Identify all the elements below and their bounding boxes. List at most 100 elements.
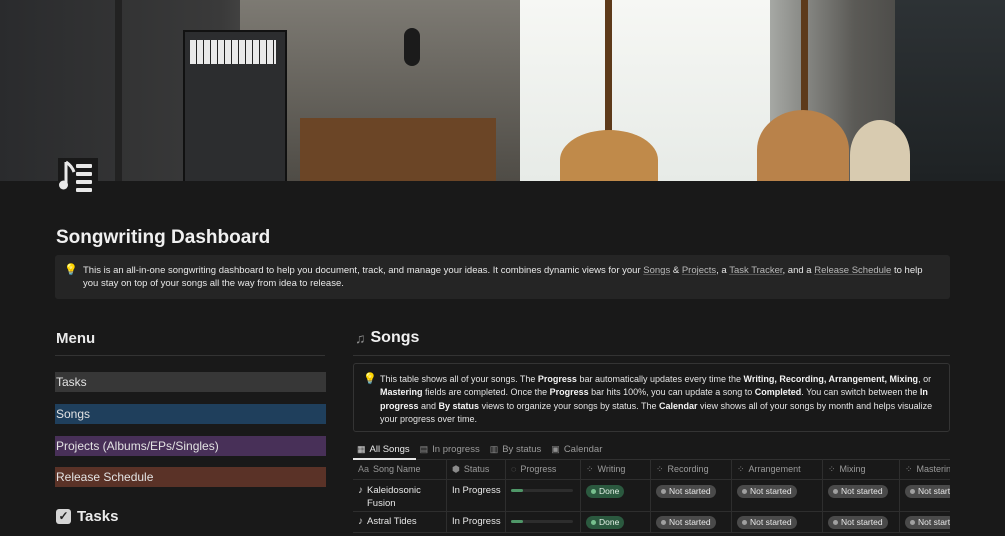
status-cell[interactable]: In Progress bbox=[447, 511, 506, 532]
status-tag[interactable]: Done bbox=[586, 516, 625, 529]
status-icon: ⁘ bbox=[905, 463, 913, 474]
task-tracker-link[interactable]: Task Tracker bbox=[729, 265, 782, 276]
callout-text: & bbox=[670, 265, 682, 276]
status-tag[interactable]: Not started bbox=[656, 485, 716, 498]
songs-heading-label: Songs bbox=[370, 329, 420, 346]
tab-label: By status bbox=[502, 443, 542, 455]
callout-text: views to organize your songs by status. … bbox=[479, 400, 659, 411]
divider bbox=[55, 355, 325, 356]
menu-item-projects[interactable]: Projects (Albums/EPs/Singles) bbox=[55, 436, 326, 456]
song-name-cell[interactable]: ♪ Astral Tides bbox=[353, 511, 447, 532]
column-label: Recording bbox=[667, 464, 709, 474]
songs-callout: 💡 This table shows all of your songs. Th… bbox=[353, 363, 950, 432]
recording-cell[interactable]: Not started bbox=[651, 511, 732, 532]
mastering-cell[interactable]: Not start bbox=[900, 511, 950, 532]
tag-label: Done bbox=[599, 517, 620, 527]
status-icon: ⁘ bbox=[828, 463, 836, 474]
songs-table: Aa Song Name ⬢ Status ◌ Progress ⁘ Writing ⁘… bbox=[353, 459, 950, 536]
callout-bold: By status bbox=[438, 400, 480, 411]
callout-text: , and a bbox=[782, 265, 815, 276]
tab-label: Calendar bbox=[563, 443, 603, 455]
tag-label: Not started bbox=[841, 517, 883, 527]
column-header-recording[interactable]: ⁘ Recording bbox=[651, 459, 732, 479]
arrangement-cell[interactable]: Not started bbox=[732, 511, 823, 532]
writing-cell[interactable]: Done bbox=[581, 480, 651, 511]
status-icon: ⁘ bbox=[586, 463, 594, 474]
status-tag[interactable]: Not started bbox=[828, 485, 888, 498]
music-list-icon[interactable] bbox=[58, 158, 98, 198]
text-property-icon: Aa bbox=[358, 464, 370, 474]
column-header-writing[interactable]: ⁘ Writing bbox=[581, 459, 651, 479]
status-icon: ⁘ bbox=[737, 463, 745, 474]
menu-item-release-schedule[interactable]: Release Schedule bbox=[55, 467, 326, 487]
status-cell[interactable]: In Progress bbox=[447, 480, 506, 511]
status-tag[interactable]: Done bbox=[586, 485, 625, 498]
music-note-icon: ♪ bbox=[358, 516, 363, 527]
column-label: Arrangement bbox=[748, 464, 801, 474]
tag-label: Done bbox=[599, 486, 620, 496]
song-name-cell[interactable]: ♪ Kaleidosonic Fusion bbox=[353, 480, 447, 511]
callout-bold: Progress bbox=[549, 387, 589, 398]
intro-callout: 💡 This is an all-in-one songwriting dash… bbox=[55, 255, 950, 299]
lightbulb-icon: 💡 bbox=[363, 373, 377, 385]
column-header-status[interactable]: ⬢ Status bbox=[447, 459, 506, 479]
callout-bold: Progress bbox=[537, 374, 577, 384]
tag-label: Not started bbox=[750, 517, 792, 527]
column-header-song-name[interactable]: Aa Song Name bbox=[353, 459, 447, 479]
callout-bold: Writing, Recording, Arrangement, Mixing bbox=[743, 374, 919, 384]
callout-text: , a bbox=[716, 265, 730, 276]
table-row[interactable]: ♪ Kaleidosonic Fusion In Progress Done No… bbox=[353, 480, 950, 512]
songs-link[interactable]: Songs bbox=[643, 265, 670, 276]
menu-item-songs[interactable]: Songs bbox=[55, 404, 326, 424]
formula-icon: ◌ bbox=[511, 464, 517, 474]
writing-cell[interactable]: Done bbox=[581, 511, 651, 532]
column-header-mastering[interactable]: ⁘ Masterin bbox=[900, 459, 950, 479]
tab-calendar[interactable]: ▣ Calendar bbox=[547, 440, 608, 458]
column-header-mixing[interactable]: ⁘ Mixing bbox=[823, 459, 900, 479]
table-row[interactable]: ♪ Astral Tides In Progress Done Not start… bbox=[353, 511, 950, 533]
callout-text: This table shows all of your songs. The bbox=[380, 374, 538, 384]
menu-heading: Menu bbox=[56, 330, 96, 347]
callout-bold: Calendar bbox=[659, 400, 698, 411]
progress-bar bbox=[511, 520, 573, 523]
tab-all-songs[interactable]: ▦ All Songs bbox=[353, 440, 416, 460]
tab-label: In progress bbox=[432, 443, 480, 455]
callout-bold: Completed bbox=[754, 387, 802, 398]
progress-cell bbox=[506, 480, 581, 511]
mixing-cell[interactable]: Not started bbox=[823, 480, 900, 511]
table-icon: ▤ bbox=[419, 443, 429, 454]
table-header: Aa Song Name ⬢ Status ◌ Progress ⁘ Writing ⁘… bbox=[353, 459, 950, 480]
status-tag[interactable]: Not start bbox=[905, 485, 950, 498]
mixing-cell[interactable]: Not started bbox=[823, 511, 900, 532]
tag-label: Not started bbox=[669, 486, 711, 496]
status-tag[interactable]: Not started bbox=[737, 485, 797, 498]
progress-bar bbox=[511, 489, 573, 492]
column-label: Writing bbox=[597, 464, 626, 474]
mastering-cell[interactable]: Not start bbox=[900, 480, 950, 511]
column-label: Song Name bbox=[373, 464, 421, 474]
menu-item-tasks[interactable]: Tasks bbox=[55, 372, 326, 392]
arrangement-cell[interactable]: Not started bbox=[732, 480, 823, 511]
progress-bar-fill bbox=[511, 520, 524, 523]
status-tag[interactable]: Not started bbox=[828, 516, 888, 529]
column-header-progress[interactable]: ◌ Progress bbox=[506, 459, 581, 479]
release-schedule-link[interactable]: Release Schedule bbox=[814, 265, 891, 276]
status-tag[interactable]: Not started bbox=[737, 516, 797, 529]
column-label: Masterin bbox=[916, 464, 950, 474]
column-header-arrangement[interactable]: ⁘ Arrangement bbox=[732, 459, 823, 479]
song-name: Kaleidosonic Fusion bbox=[367, 485, 421, 509]
tab-by-status[interactable]: ▥ By status bbox=[486, 440, 548, 458]
recording-cell[interactable]: Not started bbox=[651, 480, 732, 511]
music-notes-icon: ♫ bbox=[355, 330, 366, 346]
tag-label: Not started bbox=[750, 486, 792, 496]
status-tag[interactable]: Not start bbox=[905, 516, 950, 529]
callout-text: bar automatically updates every time the bbox=[576, 374, 744, 384]
callout-text: . You can switch between the bbox=[801, 387, 920, 398]
tab-in-progress[interactable]: ▤ In progress bbox=[416, 440, 486, 458]
board-icon: ▥ bbox=[489, 443, 499, 454]
cover-image bbox=[0, 0, 1005, 181]
callout-text: bar hits 100%, you can update a song to bbox=[588, 387, 755, 398]
projects-link[interactable]: Projects bbox=[682, 265, 716, 276]
status-tag[interactable]: Not started bbox=[656, 516, 716, 529]
music-note-icon: ♪ bbox=[358, 485, 363, 496]
